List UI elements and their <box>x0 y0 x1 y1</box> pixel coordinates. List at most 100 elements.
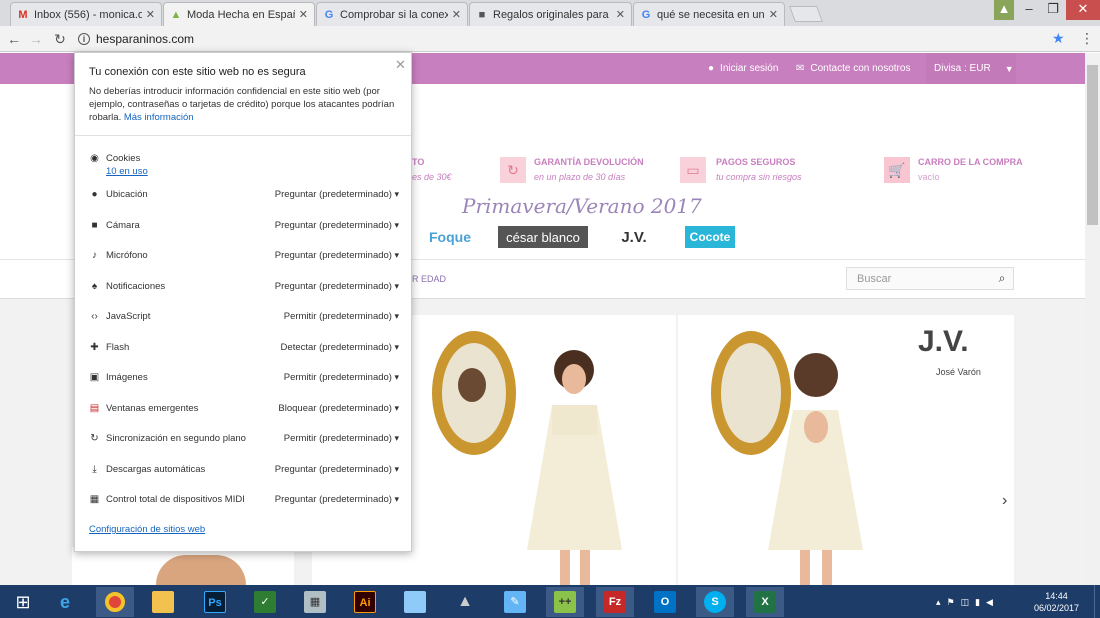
taskbar-outlook[interactable]: O <box>646 587 684 617</box>
permission-row[interactable]: ‹› JavaScript Permitir (predeterminado) <box>89 308 399 324</box>
chrome-icon <box>105 592 125 612</box>
product-card-left[interactable] <box>72 547 294 585</box>
brand-cesar-blanco[interactable]: césar blanco <box>498 226 588 248</box>
login-link[interactable]: ● Iniciar sesión <box>708 63 778 74</box>
cart-title[interactable]: CARRO DE LA COMPRA <box>918 157 1023 167</box>
site-settings-link[interactable]: Configuración de sitios web <box>89 524 205 535</box>
tab-inbox[interactable]: M Inbox (556) - monica.ord ✕ <box>10 2 162 26</box>
tab-que-se-necesita[interactable]: G qué se necesita en una w ✕ <box>633 2 785 26</box>
taskbar-inkscape[interactable]: ▲ <box>446 587 484 617</box>
brand-logo: J.V. <box>918 325 969 358</box>
permission-select[interactable]: Permitir (predeterminado) <box>284 311 399 322</box>
permission-select[interactable]: Preguntar (predeterminado) <box>275 494 399 505</box>
taskbar-illustrator[interactable]: Ai <box>346 587 384 617</box>
popup-warning: No deberías introducir información confi… <box>89 85 399 124</box>
product-card[interactable]: J.V. José Varón <box>678 315 1014 585</box>
currency-select[interactable]: Divisa : EUR ▼ <box>926 53 1016 84</box>
permission-row[interactable]: ▤ Ventanas emergentes Bloquear (predetermi… <box>89 400 399 416</box>
permission-row[interactable]: ✚ Flash Detectar (predeterminado) <box>89 339 399 355</box>
permission-label: Flash <box>106 341 130 353</box>
search-input[interactable]: Buscar <box>846 267 1014 290</box>
permission-select[interactable]: Preguntar (predeterminado) <box>275 250 399 261</box>
permission-row[interactable]: ■ Cámara Preguntar (predeterminado) <box>89 217 399 233</box>
system-clock[interactable]: 14:44 06/02/2017 <box>1034 590 1079 614</box>
brand-foque[interactable]: Foque <box>420 226 480 248</box>
close-icon[interactable]: ✕ <box>616 8 625 21</box>
permission-row[interactable]: ▣ Imágenes Permitir (predeterminado) <box>89 369 399 385</box>
taskbar-notepadpp[interactable]: ++ <box>546 587 584 617</box>
user-icon[interactable]: ▲ <box>994 0 1014 20</box>
calculator-icon: ▦ <box>304 591 326 613</box>
close-window-button[interactable]: ✕ <box>1066 0 1100 20</box>
address-bar[interactable]: i hesparaninos.com <box>78 30 1068 48</box>
permission-select[interactable]: Preguntar (predeterminado) <box>275 220 399 231</box>
taskbar-excel[interactable]: X <box>746 587 784 617</box>
permission-select[interactable]: Detectar (predeterminado) <box>281 342 399 353</box>
close-icon[interactable]: ✕ <box>299 8 308 21</box>
chevron-right-icon[interactable]: › <box>1002 492 1007 510</box>
forward-icon[interactable]: → <box>26 29 46 49</box>
taskbar-chrome[interactable] <box>96 587 134 617</box>
search-icon[interactable]: ⌕ <box>990 268 1014 289</box>
permission-row[interactable]: ♪ Micrófono Preguntar (predeterminado) <box>89 247 399 263</box>
brand-caption: José Varón <box>936 367 981 377</box>
permission-label: Control total de dispositivos MIDI <box>106 493 245 505</box>
tray-icons[interactable]: ▴⚑◫▮◀ <box>936 597 999 608</box>
cookies-row[interactable]: ◉ Cookies <box>89 150 399 166</box>
close-icon[interactable]: ✕ <box>452 8 461 21</box>
permission-select[interactable]: Permitir (predeterminado) <box>284 372 399 383</box>
permission-row[interactable]: ↻ Sincronización en segundo plano Permitir… <box>89 430 399 446</box>
tab-moda[interactable]: ▲ Moda Hecha en España p ✕ <box>163 2 315 26</box>
taskbar-notes[interactable] <box>396 587 434 617</box>
scrollbar-thumb[interactable] <box>1087 65 1098 225</box>
more-info-link[interactable]: Más información <box>124 112 194 123</box>
excel-icon: X <box>754 591 776 613</box>
taskbar-ie[interactable]: e <box>46 587 84 617</box>
permission-select[interactable]: Permitir (predeterminado) <box>284 433 399 444</box>
bookmark-star-icon[interactable]: ★ <box>1052 30 1065 47</box>
taskbar-app[interactable]: ✓ <box>246 587 284 617</box>
permission-select[interactable]: Preguntar (predeterminado) <box>275 281 399 292</box>
brand-jose-varon[interactable]: J.V. <box>612 226 656 248</box>
taskbar-paint[interactable]: ✎ <box>496 587 534 617</box>
close-icon[interactable]: ✕ <box>395 57 406 73</box>
permission-select[interactable]: Bloquear (predeterminado) <box>278 403 399 414</box>
taskbar-calculator[interactable]: ▦ <box>296 587 334 617</box>
product-image <box>156 555 246 585</box>
permission-select[interactable]: Preguntar (predeterminado) <box>275 464 399 475</box>
minimize-button[interactable]: – <box>1016 0 1042 20</box>
show-desktop-button[interactable] <box>1094 585 1100 618</box>
permission-label: Cámara <box>106 219 140 231</box>
taskbar-filezilla[interactable]: Fz <box>596 587 634 617</box>
permission-row[interactable]: ♠ Notificaciones Preguntar (predeterminado… <box>89 278 399 294</box>
new-tab-button[interactable] <box>789 6 823 22</box>
info-icon[interactable]: i <box>78 33 90 45</box>
permission-row[interactable]: ⤓ Descargas automáticas Preguntar (predete… <box>89 461 399 477</box>
season-banner: Primavera/Verano 2017 <box>462 194 702 218</box>
start-button[interactable]: ⊞ <box>4 587 42 617</box>
nav-item-edad[interactable]: R EDAD <box>412 274 446 284</box>
back-icon[interactable]: ← <box>4 29 24 49</box>
close-icon[interactable]: ✕ <box>769 8 778 21</box>
notes-icon <box>404 591 426 613</box>
clock-time: 14:44 <box>1045 591 1068 601</box>
tab-regalos[interactable]: ■ Regalos originales para l ✕ <box>469 2 632 26</box>
permission-row[interactable]: ▦ Control total de dispositivos MIDI Pregu… <box>89 491 399 507</box>
restore-button[interactable]: ❐ <box>1040 0 1066 20</box>
cookies-in-use-link[interactable]: 10 en uso <box>106 166 148 177</box>
permission-row[interactable]: ● Ubicación Preguntar (predeterminado) <box>89 186 399 202</box>
feature-title: TO <box>412 157 425 167</box>
permission-label: Ubicación <box>106 188 148 200</box>
permission-select[interactable]: Preguntar (predeterminado) <box>275 189 399 200</box>
tab-comprobar[interactable]: G Comprobar si la conexió ✕ <box>316 2 468 26</box>
taskbar-explorer[interactable] <box>144 587 182 617</box>
taskbar-photoshop[interactable]: Ps <box>196 587 234 617</box>
cart-icon[interactable]: 🛒 <box>884 157 910 183</box>
brand-cocote[interactable]: Cocote <box>685 226 735 248</box>
close-icon[interactable]: ✕ <box>146 8 155 21</box>
puzzle-icon: ✚ <box>90 341 99 353</box>
menu-icon[interactable]: ⋮ <box>1080 30 1094 47</box>
taskbar-skype[interactable]: S <box>696 587 734 617</box>
reload-icon[interactable]: ↻ <box>50 29 70 49</box>
contact-link[interactable]: ✉ Contacte con nosotros <box>796 63 910 74</box>
